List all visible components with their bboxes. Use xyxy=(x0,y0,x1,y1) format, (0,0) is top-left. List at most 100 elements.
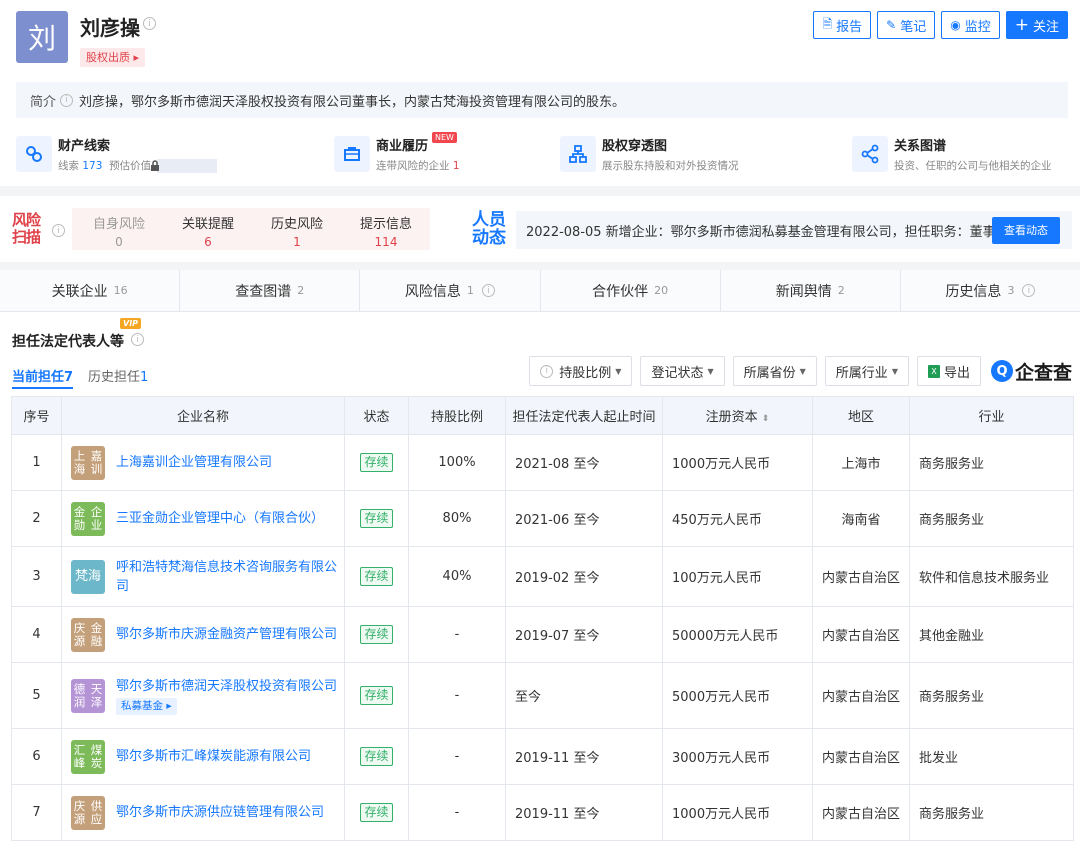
company-link[interactable]: 鄂尔多斯市庆源供应链管理有限公司 xyxy=(116,803,324,822)
filter-registration-status[interactable]: 登记状态 ▼ xyxy=(640,356,725,386)
cell-region: 海南省 xyxy=(812,490,910,547)
note-button[interactable]: ✎ 笔记 xyxy=(877,11,936,39)
table-row[interactable]: 5 德润 天泽 鄂尔多斯市德润天泽股权投资有限公司 私募基金 ▸ 存续 - 至今 5000万元人… xyxy=(11,662,1074,729)
table-row[interactable]: 3 梵海 呼和浩特梵海信息技术咨询服务有限公司 存续 40% 2019-02 至今 100万… xyxy=(11,546,1074,607)
briefcase-icon xyxy=(334,136,370,172)
table-row[interactable]: 1 上海 嘉训 上海嘉训企业管理有限公司 存续 100% 2021-08 至今 1000万元人… xyxy=(11,434,1074,491)
intro-label: 简介 xyxy=(30,94,57,110)
org-chart-icon xyxy=(560,136,596,172)
cell-industry: 商务服务业 xyxy=(909,662,1074,729)
risk-hints[interactable]: 提示信息 114 xyxy=(341,213,431,249)
company-link[interactable]: 上海嘉训企业管理有限公司 xyxy=(116,453,272,472)
report-button[interactable]: 🗎 报告 xyxy=(813,11,872,39)
col-header: 地区 xyxy=(812,396,910,435)
chevron-down-icon: ▼ xyxy=(707,366,714,376)
filter-industry[interactable]: 所属行业 ▼ xyxy=(824,356,909,386)
follow-button[interactable]: + 关注 xyxy=(1005,11,1068,39)
table-header-row: 序号 企业名称 状态 持股比例 担任法定代表人起止时间 注册资本 ⬍ 地区 行业 xyxy=(11,396,1074,435)
subtab-history[interactable]: 历史担任1 xyxy=(88,366,148,385)
lock-icon[interactable] xyxy=(151,159,218,173)
company-link[interactable]: 鄂尔多斯市汇峰煤炭能源有限公司 xyxy=(116,747,311,766)
private-fund-tag[interactable]: 私募基金 ▸ xyxy=(116,697,177,715)
company-logo: 德润 天泽 xyxy=(71,678,105,713)
cell-period: 2021-08 至今 xyxy=(505,434,663,491)
cell-company: 德润 天泽 鄂尔多斯市德润天泽股权投资有限公司 私募基金 ▸ xyxy=(61,662,345,729)
cell-index: 5 xyxy=(11,662,62,729)
status-badge: 存续 xyxy=(360,509,393,528)
equity-pledge-tag[interactable]: 股权出质 ▸ xyxy=(80,48,146,67)
risk-history[interactable]: 历史风险 1 xyxy=(252,213,342,249)
cell-ratio: - xyxy=(408,662,506,729)
tab-news[interactable]: 新闻舆情 2 xyxy=(720,270,901,311)
filter-shareholding[interactable]: i 持股比例 ▼ xyxy=(529,356,633,386)
table-row[interactable]: 2 金勋 企业 三亚金勋企业管理中心（有限合伙） 存续 80% 2021-06 至今 450万… xyxy=(11,490,1074,547)
plus-icon: + xyxy=(1014,15,1029,35)
people-news-logo: 人员 动态 xyxy=(472,210,506,248)
chevron-down-icon: ▼ xyxy=(799,366,806,376)
table-row[interactable]: 6 汇峰 煤炭 鄂尔多斯市汇峰煤炭能源有限公司 存续 -2019-11 至今 3000万元人… xyxy=(11,728,1074,785)
cell-period: 2019-07 至今 xyxy=(505,606,663,663)
company-link[interactable]: 三亚金勋企业管理中心（有限合伙） xyxy=(116,509,324,528)
cell-ratio: - xyxy=(408,606,506,663)
cell-index: 6 xyxy=(11,728,62,785)
subtab-current[interactable]: 当前担任7 xyxy=(12,366,74,389)
cell-company: 庆源 供应 鄂尔多斯市庆源供应链管理有限公司 xyxy=(61,784,345,841)
company-link[interactable]: 呼和浩特梵海信息技术咨询服务有限公司 xyxy=(116,558,344,596)
cell-index: 7 xyxy=(11,784,62,841)
risk-scan-logo: 风险 扫描 xyxy=(12,211,41,246)
info-icon[interactable]: i xyxy=(131,333,144,346)
info-icon[interactable]: i xyxy=(143,17,156,30)
col-header: 行业 xyxy=(909,396,1074,435)
cell-ratio: 80% xyxy=(408,490,506,547)
tab-risk-info[interactable]: 风险信息 1 i xyxy=(360,270,541,311)
filter-bar: i 持股比例 ▼ 登记状态 ▼ 所属省份 ▼ 所属行业 ▼ X 导出 Q 企查查 xyxy=(529,356,1072,386)
cell-status: 存续 xyxy=(344,662,409,729)
info-icon[interactable]: i xyxy=(60,93,74,107)
status-badge: 存续 xyxy=(360,567,393,586)
info-icon[interactable]: i xyxy=(52,224,65,237)
feature-sub: 展示股东持股和对外投资情况 xyxy=(602,160,739,172)
view-news-button[interactable]: 查看动态 xyxy=(992,217,1060,244)
company-link[interactable]: 鄂尔多斯市庆源金融资产管理有限公司 xyxy=(116,625,337,644)
brand-q-icon: Q xyxy=(990,360,1013,382)
company-link[interactable]: 鄂尔多斯市德润天泽股权投资有限公司 xyxy=(116,677,337,696)
tab-graph[interactable]: 查查图谱 2 xyxy=(180,270,361,311)
cell-company: 梵海 呼和浩特梵海信息技术咨询服务有限公司 xyxy=(61,546,345,607)
risk-self[interactable]: 自身风险 0 xyxy=(74,213,164,249)
monitor-button[interactable]: ◉ 监控 xyxy=(941,11,1000,39)
status-badge: 存续 xyxy=(360,625,393,644)
tab-related-companies[interactable]: 关联企业 16 xyxy=(0,270,181,311)
company-logo: 上海 嘉训 xyxy=(71,445,105,480)
cell-region: 内蒙古自治区 xyxy=(812,606,910,663)
filter-province[interactable]: 所属省份 ▼ xyxy=(732,356,817,386)
table-row[interactable]: 7 庆源 供应 鄂尔多斯市庆源供应链管理有限公司 存续 -2019-11 至今 1000万元… xyxy=(11,784,1074,841)
intro-text: 刘彦操，鄂尔多斯市德润天泽股权投资有限公司董事长，内蒙古梵海投资管理有限公司的股… xyxy=(79,94,626,110)
cell-region: 内蒙古自治区 xyxy=(812,728,910,785)
cell-period: 2019-02 至今 xyxy=(505,546,663,607)
people-news-text[interactable]: 2022-08-05 新增企业：鄂尔多斯市德润私募基金管理有限公司，担任职务：董… xyxy=(526,221,1009,240)
cell-status: 存续 xyxy=(344,434,409,491)
status-badge: 存续 xyxy=(360,747,393,766)
col-header-sortable[interactable]: 注册资本 ⬍ xyxy=(662,396,813,435)
col-header: 序号 xyxy=(11,396,62,435)
export-button[interactable]: X 导出 xyxy=(916,356,981,386)
tab-history[interactable]: 历史信息 3 i xyxy=(900,270,1080,311)
risk-related[interactable]: 关联提醒 6 xyxy=(163,213,253,249)
cell-index: 1 xyxy=(11,434,62,491)
chevron-down-icon: ▼ xyxy=(615,366,622,376)
excel-icon: X xyxy=(927,364,940,378)
cell-status: 存续 xyxy=(344,606,409,663)
cell-region: 内蒙古自治区 xyxy=(812,546,910,607)
tab-partners[interactable]: 合作伙伴 20 xyxy=(540,270,721,311)
cell-status: 存续 xyxy=(344,784,409,841)
feature-title: 财产线索 xyxy=(58,139,111,154)
sort-icon[interactable]: ⬍ xyxy=(762,414,770,424)
cell-capital: 100万元人民币 xyxy=(662,546,813,607)
intro-bar: 简介 i 刘彦操，鄂尔多斯市德润天泽股权投资有限公司董事长，内蒙古梵海投资管理有… xyxy=(16,82,1068,118)
cell-index: 2 xyxy=(11,490,62,547)
feature-title: 商业履历 xyxy=(376,139,429,154)
chevron-down-icon: ▼ xyxy=(891,366,898,376)
table-row[interactable]: 4 庆源 金融 鄂尔多斯市庆源金融资产管理有限公司 存续 -2019-07 至今 50000… xyxy=(11,606,1074,663)
cell-company: 上海 嘉训 上海嘉训企业管理有限公司 xyxy=(61,434,345,491)
feature-sub: 投资、任职的公司与他相关的企业 xyxy=(894,160,1052,172)
